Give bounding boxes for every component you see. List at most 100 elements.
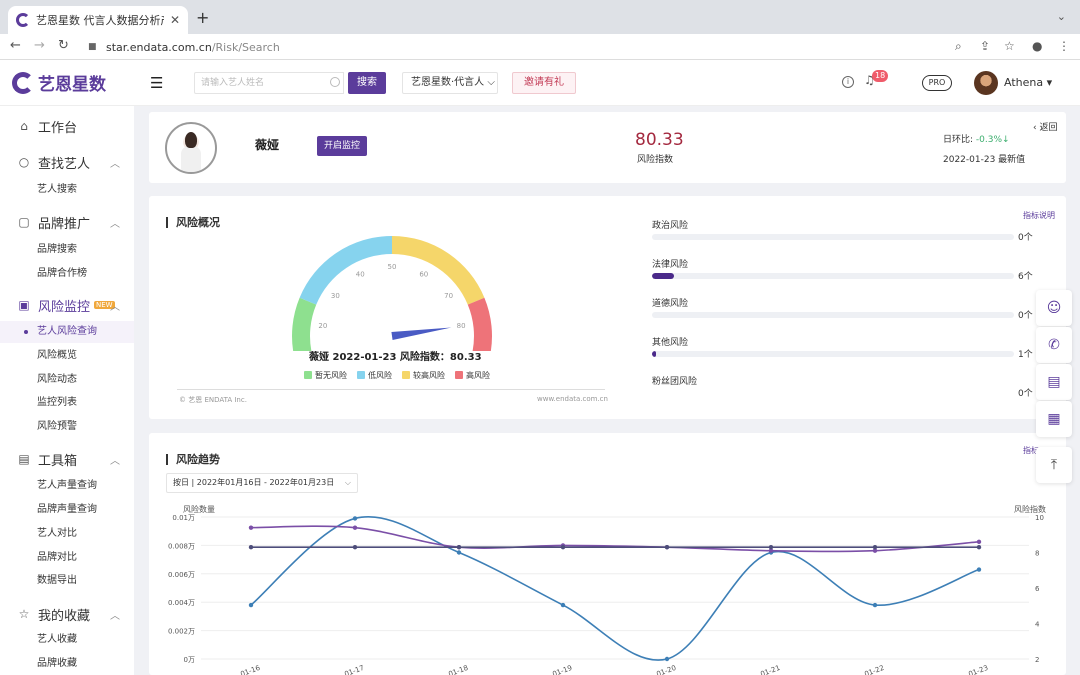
sidebar-item[interactable]: 风险概览	[0, 345, 134, 367]
series-point	[560, 602, 566, 608]
app-logo[interactable]: 艺恩星数	[12, 70, 106, 95]
risk-bar	[652, 273, 1014, 279]
artist-summary-card: 薇娅 开启监控 80.33 风险指数 日环比: -0.3%↓ 2022-01-2…	[149, 112, 1066, 183]
risk-overview-card: 风险概况 0102030405060708090100 薇娅 2022-01-2…	[149, 196, 1066, 419]
website-text: www.endata.com.cn	[537, 395, 608, 403]
right-axis-title: 风险指数	[1014, 504, 1046, 514]
legend-item[interactable]: 低风险	[357, 370, 392, 381]
sidebar-group-3[interactable]: ▣ 风险监控 NEW ︿	[0, 293, 134, 317]
gauge-tick-label: 30	[331, 292, 340, 300]
document-icon[interactable]: ▤	[1036, 364, 1072, 400]
gauge-segment	[392, 236, 485, 305]
url-path: /Risk/Search	[211, 40, 280, 54]
service-icon[interactable]: ☺	[1036, 290, 1072, 326]
browser-menu-icon[interactable]: ⋮	[1058, 39, 1070, 53]
sidebar-group-2[interactable]: ▢ 品牌推广 ︿	[0, 210, 134, 234]
legend-item[interactable]: 较高风险	[402, 370, 445, 381]
latest-date: 2022-01-23 最新值	[943, 155, 1026, 165]
series-point	[976, 539, 982, 545]
artist-search-input[interactable]: 请输入艺人姓名	[194, 72, 344, 94]
sidebar-group-5[interactable]: ☆ 我的收藏 ︿	[0, 602, 134, 626]
sidebar-item[interactable]: 艺人对比	[0, 523, 134, 545]
left-tick-label: 0.008万	[168, 542, 195, 550]
back-arrow-icon[interactable]: ←	[10, 38, 21, 53]
risk-bar	[652, 351, 1014, 357]
risk-bar	[652, 312, 1014, 318]
tab-close-icon[interactable]: ✕	[170, 13, 180, 27]
home-icon: ⌂	[20, 119, 28, 133]
chevron-up-icon: ︿	[110, 455, 120, 467]
sidebar-item[interactable]: 艺人声量查询	[0, 475, 134, 497]
url-field[interactable]: ■ star.endata.com.cn /Risk/Search	[82, 37, 972, 57]
day-change-label: 日环比:	[943, 135, 974, 145]
tab-search-icon[interactable]: ⌄	[1057, 10, 1066, 23]
risk-bar-fill	[652, 351, 657, 357]
pro-badge[interactable]: PRO	[922, 75, 952, 91]
sidebar-item[interactable]: 艺人风险查询	[0, 321, 134, 343]
legend-item[interactable]: 高风险	[455, 370, 490, 381]
sidebar-item[interactable]: 品牌收藏	[0, 653, 134, 675]
x-tick-label: 01-17	[343, 664, 365, 675]
search-clear-icon[interactable]	[328, 72, 342, 94]
search-button[interactable]: 搜索	[348, 72, 386, 94]
sidebar-item[interactable]: 品牌合作榜	[0, 263, 134, 285]
sidebar-item[interactable]: 风险预警	[0, 416, 134, 438]
gauge-tick-label: 80	[457, 322, 466, 330]
bookmark-star-icon[interactable]: ☆	[1004, 39, 1015, 53]
invite-button[interactable]: 邀请有礼	[512, 72, 576, 94]
risk-row[interactable]: 道德风险 0个	[652, 296, 1037, 321]
risk-bar	[652, 234, 1014, 240]
browser-tab[interactable]: 艺恩星数 代言人数据分析产品 ✕	[8, 6, 188, 34]
risk-row[interactable]: 粉丝团风险 0个	[652, 374, 1037, 399]
zoom-icon[interactable]: ⌕	[955, 39, 962, 54]
legend-item[interactable]: 暂无风险	[304, 370, 347, 381]
risk-row[interactable]: 其他风险 1个	[652, 335, 1037, 360]
new-tab-icon[interactable]: +	[196, 8, 209, 27]
risk-count: 0个	[1018, 389, 1033, 399]
sidebar-item[interactable]: 品牌搜索	[0, 239, 134, 261]
start-monitor-button[interactable]: 开启监控	[317, 136, 367, 156]
risk-row[interactable]: 政治风险 0个	[652, 218, 1037, 243]
series-point	[352, 544, 358, 550]
x-tick-label: 01-23	[967, 664, 989, 675]
sidebar-group-4[interactable]: ▤ 工具箱 ︿	[0, 447, 134, 471]
x-tick-label: 01-20	[655, 664, 677, 675]
reload-icon[interactable]: ↻	[58, 38, 69, 53]
risk-count: 6个	[1018, 272, 1033, 282]
menu-toggle-icon[interactable]: ☰	[150, 74, 163, 92]
phone-icon[interactable]: ✆	[1036, 327, 1072, 363]
sidebar-item[interactable]: 品牌对比	[0, 547, 134, 569]
right-tick-label: 4	[1035, 621, 1040, 629]
product-select[interactable]: 艺恩星数·代言人 ⌵	[402, 72, 498, 94]
left-axis-title: 风险数量	[183, 504, 215, 514]
profile-icon[interactable]: ●	[1032, 39, 1042, 53]
series-point	[976, 567, 982, 572]
qrcode-icon[interactable]: ▦	[1036, 401, 1072, 437]
date-range-select[interactable]: 按日 | 2022年01月16日 - 2022年01月23日 ⌵	[166, 473, 358, 493]
info-icon[interactable]: i	[842, 76, 854, 88]
share-icon[interactable]: ⇪	[980, 39, 990, 53]
gauge-divider	[177, 389, 605, 390]
user-avatar[interactable]	[974, 71, 998, 95]
sidebar-group-0[interactable]: ⌂ 工作台	[0, 114, 134, 138]
risk-trend-card: 风险趋势 指标 按日 | 2022年01月16日 - 2022年01月23日 ⌵…	[149, 433, 1066, 675]
sidebar-item[interactable]: 风险动态	[0, 369, 134, 391]
user-menu[interactable]: Athena ▾	[1004, 76, 1052, 89]
sidebar-item[interactable]: 数据导出	[0, 570, 134, 592]
sidebar-item[interactable]: 品牌声量查询	[0, 499, 134, 521]
x-tick-label: 01-18	[447, 664, 469, 675]
sidebar-item[interactable]: 艺人搜索	[0, 179, 134, 201]
sidebar-item[interactable]: 艺人收藏	[0, 629, 134, 651]
risk-trend-chart: 风险数量 风险指数 0万 0.002万 0.004万 0.006万 0.008万 0.01万 2…	[168, 504, 1046, 675]
back-to-top-icon[interactable]: ⤒	[1036, 447, 1072, 483]
risk-row[interactable]: 法律风险 6个	[652, 257, 1037, 282]
x-tick-label: 01-19	[551, 664, 573, 675]
sidebar-group-1[interactable]: ○ 查找艺人 ︿	[0, 150, 134, 174]
gauge-segment	[291, 297, 317, 351]
forward-arrow-icon[interactable]: →	[34, 38, 45, 53]
series-point	[976, 544, 982, 550]
sidebar-item[interactable]: 监控列表	[0, 392, 134, 414]
notification-badge: 18	[872, 70, 889, 82]
back-link[interactable]: ‹ 返回	[1033, 120, 1057, 133]
gauge-tick-label: 20	[318, 322, 327, 330]
